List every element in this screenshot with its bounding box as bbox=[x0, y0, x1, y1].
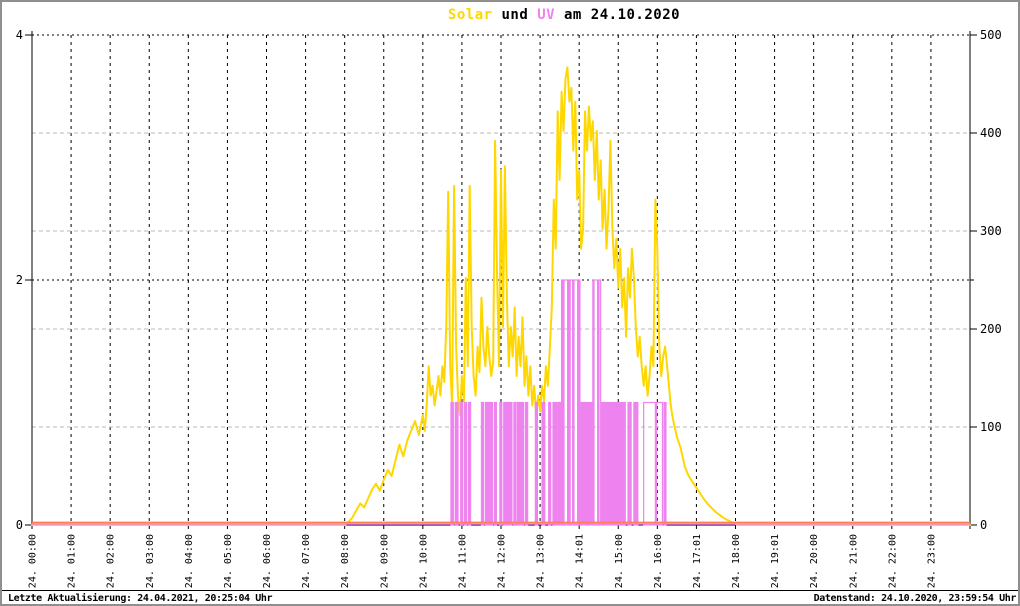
x-tick-label: 24. 09:00 bbox=[379, 534, 390, 588]
x-tick-label: 24. 13:00 bbox=[536, 534, 547, 588]
x-tick-label: 24. 00:00 bbox=[28, 534, 39, 588]
uv-bar bbox=[627, 401, 632, 526]
x-tick-label: 24. 01:00 bbox=[67, 534, 78, 588]
uv-bar bbox=[484, 401, 494, 526]
uv-bar bbox=[450, 401, 454, 526]
x-tick-label: 24. 19:01 bbox=[770, 534, 781, 588]
uv-bar bbox=[460, 401, 464, 526]
uv-bar bbox=[525, 401, 529, 526]
uv-bar bbox=[560, 279, 570, 526]
x-tick-label: 24. 02:00 bbox=[106, 534, 117, 588]
x-tick-label: 24. 18:00 bbox=[731, 534, 742, 588]
uv-bar bbox=[541, 401, 546, 526]
uv-bar bbox=[493, 401, 497, 526]
uv-bar bbox=[557, 401, 562, 526]
x-tick-label: 24. 07:00 bbox=[301, 534, 312, 588]
x-tick-label: 24. 11:00 bbox=[457, 534, 468, 588]
right-tick-label: 300 bbox=[980, 224, 1002, 238]
uv-bar bbox=[580, 401, 593, 526]
chart-plot-area: 24. 00:00 24. 01:00 24. 02:00 24. 03:00 24. … bbox=[16, 28, 1002, 588]
right-tick-label: 400 bbox=[980, 126, 1002, 140]
right-tick-label: 500 bbox=[980, 28, 1002, 42]
x-tick-label: 24. 03:00 bbox=[145, 534, 156, 588]
x-tick-label: 24. 06:00 bbox=[262, 534, 273, 588]
status-bar: Letzte Aktualisierung: 24.04.2021, 20:25… bbox=[2, 590, 1018, 604]
uv-bar bbox=[643, 401, 656, 526]
x-tick-label: 24. 12:00 bbox=[497, 534, 508, 588]
uv-bar bbox=[548, 401, 552, 526]
uv-bar bbox=[503, 401, 513, 526]
x-tick-label: 24. 04:00 bbox=[184, 534, 195, 588]
uv-bar bbox=[516, 401, 525, 526]
x-tick-label: 24. 15:00 bbox=[614, 534, 625, 588]
x-tick-label: 24. 10:00 bbox=[418, 534, 429, 588]
right-tick-label: 100 bbox=[980, 420, 1002, 434]
data-timestamp-text: Datenstand: 24.10.2020, 23:59:54 Uhr bbox=[813, 593, 1017, 604]
uv-bar bbox=[480, 401, 485, 526]
uv-bar bbox=[464, 401, 468, 526]
uv-bar bbox=[569, 279, 581, 526]
x-tick-label: 24. 14:01 bbox=[575, 534, 586, 588]
uv-bar bbox=[592, 279, 602, 526]
x-tick-label: 24. 08:00 bbox=[340, 534, 351, 588]
uv-bar bbox=[499, 401, 503, 526]
last-update-text: Letzte Aktualisierung: 24.04.2021, 20:25… bbox=[8, 593, 273, 604]
solar-uv-chart-window: Solar und UV am 24.10.2020 24. 00:00 24. … bbox=[0, 0, 1020, 606]
left-tick-label: 0 bbox=[16, 518, 23, 532]
uv-bar bbox=[513, 401, 517, 526]
uv-bar bbox=[600, 401, 626, 526]
x-tick-label: 24. 21:00 bbox=[848, 534, 859, 588]
x-tick-label: 24. 23:00 bbox=[926, 534, 937, 588]
uv-bar bbox=[467, 401, 472, 526]
x-tick-label: 24. 17:01 bbox=[692, 534, 703, 588]
left-tick-label: 2 bbox=[16, 273, 23, 287]
x-tick-label: 24. 16:00 bbox=[653, 534, 664, 588]
x-tick-label: 24. 20:00 bbox=[809, 534, 820, 588]
x-tick-label: 24. 05:00 bbox=[223, 534, 234, 588]
left-tick-label: 4 bbox=[16, 28, 23, 42]
uv-bar bbox=[534, 401, 538, 526]
uv-bar bbox=[633, 401, 639, 526]
right-tick-label: 200 bbox=[980, 322, 1002, 336]
right-tick-label: 0 bbox=[980, 518, 987, 532]
x-tick-label: 24. 22:00 bbox=[887, 534, 898, 588]
uv-bar bbox=[663, 401, 667, 526]
uv-bar bbox=[454, 401, 459, 526]
uv-bar bbox=[552, 401, 558, 526]
